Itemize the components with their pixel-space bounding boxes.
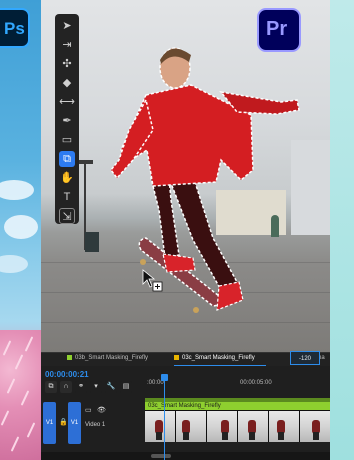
- cloud: [4, 215, 38, 239]
- track-select-icon[interactable]: ⇥: [59, 37, 75, 53]
- tab-label: 03b_Smart Masking_Firefly: [75, 355, 149, 362]
- clip-thumbnail: [238, 411, 269, 442]
- cloud: [0, 180, 34, 200]
- ripple-edit-icon[interactable]: ✣: [59, 56, 75, 72]
- track-name: Video 1: [85, 422, 106, 428]
- pink-fluffy-figure: [0, 330, 41, 460]
- video-clip[interactable]: 03c_Smart Masking_Firefly: [145, 402, 330, 442]
- wrench-icon[interactable]: 🔧: [105, 381, 117, 393]
- sync-lock-icon[interactable]: ▭: [85, 406, 92, 414]
- premiere-logo: Pr: [257, 8, 301, 52]
- tab-03c-smart-masking[interactable]: 03c_Smart Masking_Firefly: [174, 355, 255, 361]
- track-target-v1[interactable]: V1: [68, 402, 81, 444]
- hand-icon[interactable]: ✋: [59, 170, 75, 186]
- razor-icon[interactable]: ◆: [59, 75, 75, 91]
- rectangle-icon[interactable]: ▭: [59, 132, 75, 148]
- cloud: [0, 255, 28, 273]
- nest-icon[interactable]: ⧉: [45, 381, 57, 393]
- skater-torso: [110, 84, 300, 187]
- ruler-tick-label: 00:00:05:00: [240, 380, 272, 386]
- captions-icon[interactable]: ▤: [120, 381, 132, 393]
- skater-head: [159, 47, 191, 89]
- photoshop-logo: Ps: [0, 8, 30, 48]
- sequence-tabs: 03b_Smart Masking_Firefly 03c_Smart Mask…: [41, 352, 330, 367]
- scrollbar-thumb[interactable]: [151, 454, 171, 458]
- selection-arrow-icon[interactable]: ➤: [59, 18, 75, 34]
- magnet-snap-icon[interactable]: ∩: [60, 381, 72, 393]
- pen-icon[interactable]: ✒: [59, 113, 75, 129]
- premiere-window: ➤ ⇥ ✣ ◆ ⟷ ✒ ▭ ⧉ ✋ T ⇲ Pr 03b_Smart Maski…: [41, 0, 330, 460]
- clip-thumbnail: [269, 411, 300, 442]
- clip-thumbnail: [207, 411, 238, 442]
- tab-color-swatch: [174, 355, 179, 360]
- clip-thumbnail: [176, 411, 207, 442]
- clip-label-bar: 03c_Smart Masking_Firefly: [145, 402, 330, 410]
- video-track-header: V1 🔒 V1 ▭ 👁 Video 1: [41, 396, 145, 460]
- generative-extend-icon[interactable]: ⇲: [59, 208, 75, 224]
- lock-icon[interactable]: 🔒: [59, 418, 68, 426]
- slip-icon[interactable]: ⟷: [59, 94, 75, 110]
- playhead-line[interactable]: [164, 376, 165, 460]
- source-patch-v1[interactable]: V1: [43, 402, 56, 444]
- tab-color-swatch: [67, 355, 72, 360]
- timecode-display[interactable]: 00:00:00:21: [45, 370, 89, 379]
- time-ruler[interactable]: :00:00 00:00:05:00: [145, 380, 330, 390]
- tools-panel: ➤ ⇥ ✣ ◆ ⟷ ✒ ▭ ⧉ ✋ T ⇲: [55, 14, 79, 224]
- clip-thumbnail: [145, 411, 176, 442]
- skater-mask-overlay: [110, 47, 300, 313]
- mask-select-icon[interactable]: ⧉: [59, 151, 75, 167]
- premiere-logo-text: Pr: [266, 18, 288, 40]
- timeline-scrollbar[interactable]: [41, 452, 330, 460]
- photoshop-panel: Ps: [0, 0, 41, 460]
- mask-cursor: [142, 269, 163, 292]
- type-icon[interactable]: T: [59, 189, 75, 205]
- clip-name: 03c_Smart Masking_Firefly: [148, 403, 221, 409]
- timeline-panel: 00:00:00:21 ⧉ ∩ ⚭ ▾ 🔧 ▤ :00:00 00:00:05:…: [41, 366, 330, 460]
- zoom-badge: -120: [290, 351, 320, 365]
- clip-thumbnail: [300, 411, 330, 442]
- tab-label: 03c_Smart Masking_Firefly: [182, 355, 255, 362]
- photoshop-logo-text: Ps: [4, 19, 25, 38]
- program-monitor[interactable]: ➤ ⇥ ✣ ◆ ⟷ ✒ ▭ ⧉ ✋ T ⇲ Pr: [41, 0, 330, 352]
- linked-selection-icon[interactable]: ⚭: [75, 381, 87, 393]
- eye-icon[interactable]: 👁: [97, 406, 106, 414]
- tab-03b-smart-masking[interactable]: 03b_Smart Masking_Firefly: [67, 355, 148, 361]
- add-marker-icon[interactable]: ▾: [90, 381, 102, 393]
- right-edge-panel: [330, 0, 354, 460]
